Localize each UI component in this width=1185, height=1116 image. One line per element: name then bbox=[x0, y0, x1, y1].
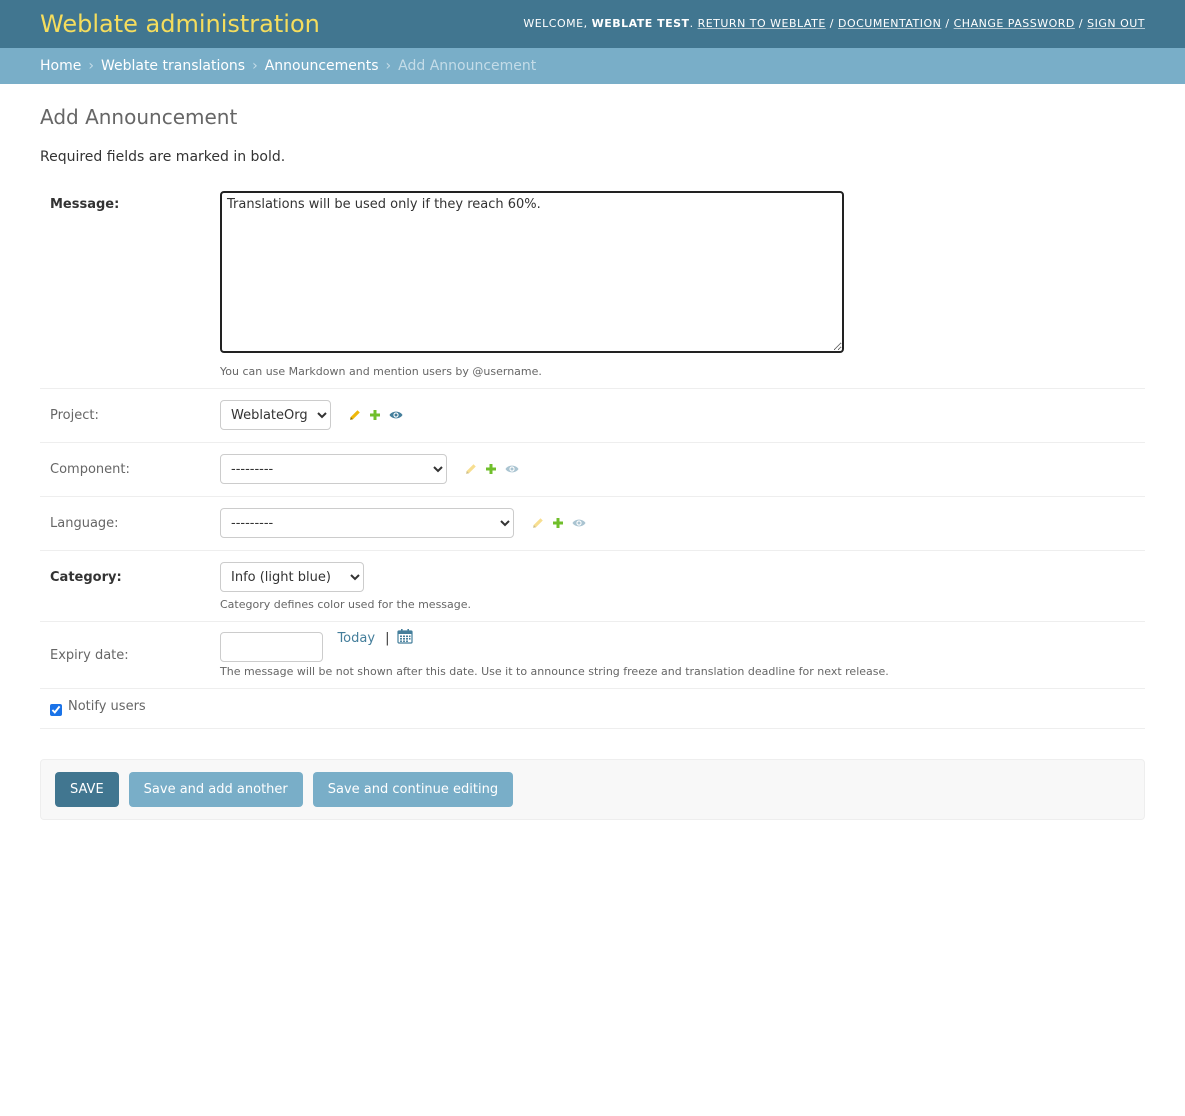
calendar-icon[interactable] bbox=[397, 628, 414, 648]
language-label: Language: bbox=[50, 516, 119, 531]
notify-users-label[interactable]: Notify users bbox=[68, 699, 146, 714]
language-row: Language: --------- bbox=[40, 497, 1145, 551]
breadcrumb-announcements[interactable]: Announcements bbox=[265, 58, 379, 74]
project-row: Project: WeblateOrg bbox=[40, 389, 1145, 443]
plus-icon[interactable] bbox=[485, 463, 497, 475]
notify-users-checkbox[interactable] bbox=[50, 704, 62, 716]
expiry-date-input[interactable] bbox=[220, 632, 323, 662]
announcement-form: Message: Translations will be used only … bbox=[40, 181, 1145, 729]
page-title: Add Announcement bbox=[40, 105, 238, 129]
message-row: Message: Translations will be used only … bbox=[40, 181, 1145, 389]
language-select[interactable]: --------- bbox=[220, 508, 514, 538]
documentation-link[interactable]: Documentation bbox=[838, 17, 941, 30]
category-select[interactable]: Info (light blue) bbox=[220, 562, 364, 592]
project-label: Project: bbox=[50, 408, 99, 423]
breadcrumb: Home › Weblate translations › Announceme… bbox=[0, 48, 1185, 84]
username: Weblate Test bbox=[591, 17, 690, 30]
breadcrumb-current: Add Announcement bbox=[398, 58, 537, 74]
pencil-icon[interactable] bbox=[349, 409, 361, 421]
pencil-icon bbox=[465, 463, 477, 475]
category-help: Category defines color used for the mess… bbox=[220, 598, 472, 611]
eye-icon[interactable] bbox=[389, 410, 403, 420]
breadcrumb-home[interactable]: Home bbox=[40, 58, 81, 74]
save-and-continue-button[interactable]: Save and continue editing bbox=[312, 772, 514, 807]
today-link[interactable]: Today bbox=[337, 631, 375, 646]
expiry-row: Expiry date: Today | The message will be… bbox=[40, 622, 1145, 689]
eye-icon bbox=[505, 464, 519, 474]
welcome-text: Welcome, bbox=[523, 17, 588, 30]
eye-icon bbox=[572, 518, 586, 528]
message-label: Message: bbox=[50, 197, 120, 212]
breadcrumb-weblate-translations[interactable]: Weblate translations bbox=[101, 58, 245, 74]
plus-icon[interactable] bbox=[369, 409, 381, 421]
submit-row: Save Save and add another Save and conti… bbox=[40, 759, 1145, 820]
user-tools: Welcome, Weblate Test. Return to Weblate… bbox=[523, 17, 1145, 30]
message-help: You can use Markdown and mention users b… bbox=[220, 365, 542, 378]
site-branding[interactable]: Weblate administration bbox=[40, 0, 320, 48]
content: Add Announcement Required fields are mar… bbox=[0, 105, 1185, 820]
pencil-icon bbox=[532, 517, 544, 529]
category-row: Category: Info (light blue) Category def… bbox=[40, 551, 1145, 622]
header: Weblate administration Welcome, Weblate … bbox=[0, 0, 1185, 48]
save-and-add-another-button[interactable]: Save and add another bbox=[128, 772, 303, 807]
component-select[interactable]: --------- bbox=[220, 454, 447, 484]
sign-out-link[interactable]: Sign out bbox=[1087, 17, 1145, 30]
project-select[interactable]: WeblateOrg bbox=[220, 400, 331, 430]
notify-row: Notify users bbox=[40, 689, 1145, 729]
change-password-link[interactable]: Change password bbox=[954, 17, 1075, 30]
component-label: Component: bbox=[50, 462, 130, 477]
expiry-label: Expiry date: bbox=[50, 648, 129, 663]
plus-icon[interactable] bbox=[552, 517, 564, 529]
save-button[interactable]: Save bbox=[55, 772, 119, 807]
return-to-weblate-link[interactable]: Return to Weblate bbox=[698, 17, 826, 30]
expiry-help: The message will be not shown after this… bbox=[220, 665, 889, 678]
component-row: Component: --------- bbox=[40, 443, 1145, 497]
category-label: Category: bbox=[50, 570, 122, 585]
required-note: Required fields are marked in bold. bbox=[40, 149, 286, 165]
message-textarea[interactable]: Translations will be used only if they r… bbox=[220, 191, 844, 353]
